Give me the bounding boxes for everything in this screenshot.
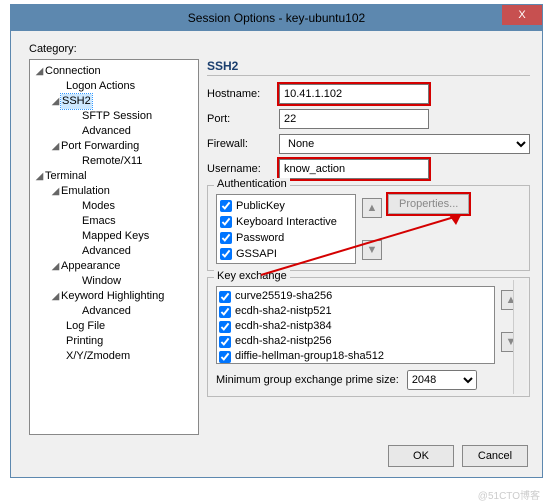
- tree-window[interactable]: Window: [32, 274, 196, 289]
- username-row: Username:: [207, 159, 530, 179]
- collapse-icon[interactable]: ◢: [50, 259, 61, 274]
- kex-item-3[interactable]: ecdh-sha2-nistp256: [219, 334, 492, 349]
- dialog-footer: OK Cancel: [17, 441, 536, 471]
- key-exchange-group: Key exchange curve25519-sha256 ecdh-sha2…: [207, 277, 530, 397]
- category-label: Category:: [29, 43, 77, 55]
- port-input[interactable]: [279, 109, 429, 129]
- tree-printing[interactable]: Printing: [32, 334, 196, 349]
- tree-emulation[interactable]: ◢Emulation: [32, 184, 196, 199]
- collapse-icon[interactable]: ◢: [34, 169, 45, 184]
- tree-ssh2[interactable]: ◢SSH2: [32, 94, 196, 109]
- username-label: Username:: [207, 163, 279, 175]
- auth-publickey-check[interactable]: [220, 200, 232, 212]
- kex-item-0[interactable]: curve25519-sha256: [219, 289, 492, 304]
- min-prime-row: Minimum group exchange prime size: 2048: [216, 370, 521, 390]
- auth-gssapi-check[interactable]: [220, 248, 232, 260]
- collapse-icon[interactable]: ◢: [50, 184, 61, 199]
- session-options-window: Session Options - key-ubuntu102 X Catego…: [10, 4, 543, 478]
- min-prime-select[interactable]: 2048: [407, 370, 477, 390]
- tree-xyzmodem[interactable]: X/Y/Zmodem: [32, 349, 196, 364]
- triangle-up-icon: ▲: [367, 202, 378, 214]
- collapse-icon[interactable]: ◢: [50, 139, 61, 154]
- auth-gssapi[interactable]: GSSAPI: [220, 246, 352, 262]
- kex-item-4[interactable]: diffie-hellman-group18-sha512: [219, 349, 492, 364]
- auth-password-check[interactable]: [220, 232, 232, 244]
- divider: [207, 75, 530, 76]
- tree-port-forwarding[interactable]: ◢Port Forwarding: [32, 139, 196, 154]
- auth-group-title: Authentication: [214, 178, 290, 190]
- category-tree[interactable]: ◢Connection Logon Actions ◢SSH2 SFTP Ses…: [29, 59, 199, 435]
- tree-sftp-session[interactable]: SFTP Session: [32, 109, 196, 124]
- tree-mapped-keys[interactable]: Mapped Keys: [32, 229, 196, 244]
- port-row: Port:: [207, 109, 530, 129]
- triangle-down-icon: ▼: [367, 244, 378, 256]
- settings-panel: SSH2 Hostname: Port: Firewall: None User…: [207, 59, 530, 435]
- ok-button[interactable]: OK: [388, 445, 454, 467]
- properties-button[interactable]: Properties...: [388, 194, 469, 214]
- tree-log-file[interactable]: Log File: [32, 319, 196, 334]
- kex-list[interactable]: curve25519-sha256 ecdh-sha2-nistp521 ecd…: [216, 286, 495, 364]
- window-title: Session Options - key-ubuntu102: [188, 11, 365, 25]
- tree-emacs[interactable]: Emacs: [32, 214, 196, 229]
- tree-keyword-highlighting[interactable]: ◢Keyword Highlighting: [32, 289, 196, 304]
- username-input[interactable]: [279, 159, 429, 179]
- tree-logon-actions[interactable]: Logon Actions: [32, 79, 196, 94]
- auth-ki-check[interactable]: [220, 216, 232, 228]
- hostname-row: Hostname:: [207, 84, 530, 104]
- cancel-button[interactable]: Cancel: [462, 445, 528, 467]
- firewall-label: Firewall:: [207, 138, 279, 150]
- auth-move-down-button[interactable]: ▼: [362, 240, 382, 260]
- tree-modes[interactable]: Modes: [32, 199, 196, 214]
- firewall-row: Firewall: None: [207, 134, 530, 154]
- tree-kh-advanced[interactable]: Advanced: [32, 304, 196, 319]
- port-label: Port:: [207, 113, 279, 125]
- tree-emulation-advanced[interactable]: Advanced: [32, 244, 196, 259]
- auth-publickey[interactable]: PublicKey: [220, 198, 352, 214]
- tree-connection[interactable]: ◢Connection: [32, 64, 196, 79]
- tree-remote-x11[interactable]: Remote/X11: [32, 154, 196, 169]
- auth-password[interactable]: Password: [220, 230, 352, 246]
- hostname-label: Hostname:: [207, 88, 279, 100]
- collapse-icon[interactable]: ◢: [50, 289, 61, 304]
- dialog-body: Category: ◢Connection Logon Actions ◢SSH…: [17, 37, 536, 437]
- titlebar[interactable]: Session Options - key-ubuntu102 X: [11, 5, 542, 31]
- min-prime-label: Minimum group exchange prime size:: [216, 374, 399, 386]
- tree-terminal[interactable]: ◢Terminal: [32, 169, 196, 184]
- auth-move-up-button[interactable]: ▲: [362, 198, 382, 218]
- close-icon: X: [518, 9, 525, 21]
- tree-ssh2-advanced[interactable]: Advanced: [32, 124, 196, 139]
- tree-appearance[interactable]: ◢Appearance: [32, 259, 196, 274]
- section-title: SSH2: [207, 59, 530, 73]
- kex-group-title: Key exchange: [214, 270, 290, 282]
- close-button[interactable]: X: [502, 5, 542, 25]
- watermark: @51CTO博客: [478, 487, 540, 502]
- authentication-group: Authentication PublicKey Keyboard Intera…: [207, 185, 530, 271]
- firewall-select[interactable]: None: [279, 134, 530, 154]
- auth-keyboard-interactive[interactable]: Keyboard Interactive: [220, 214, 352, 230]
- kex-item-2[interactable]: ecdh-sha2-nistp384: [219, 319, 492, 334]
- collapse-icon[interactable]: ◢: [34, 64, 45, 79]
- kex-item-1[interactable]: ecdh-sha2-nistp521: [219, 304, 492, 319]
- collapse-icon[interactable]: ◢: [50, 94, 61, 109]
- auth-list[interactable]: PublicKey Keyboard Interactive Password …: [216, 194, 356, 264]
- hostname-input[interactable]: [279, 84, 429, 104]
